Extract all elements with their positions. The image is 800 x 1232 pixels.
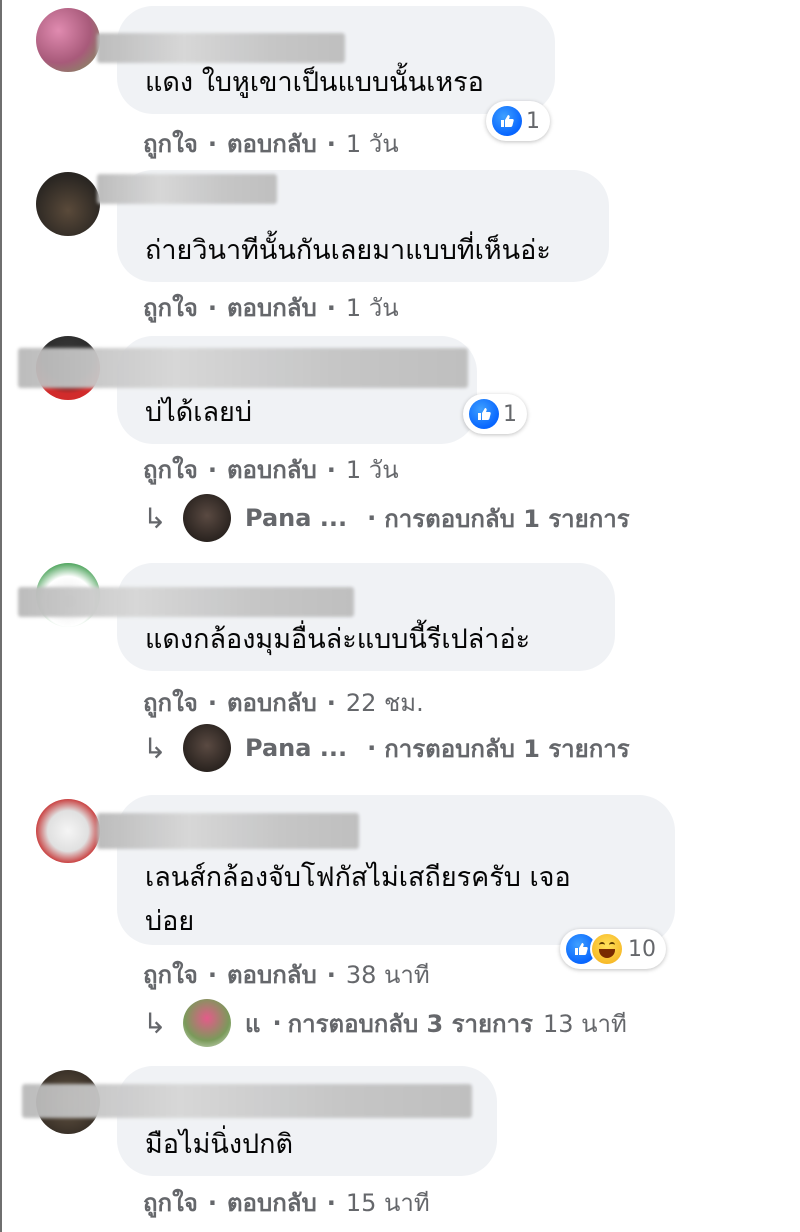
view-replies[interactable]: ↳ แ · การตอบกลับ 3 รายการ 13 นาที: [143, 999, 627, 1047]
separator: ·: [207, 293, 217, 322]
reply-link[interactable]: ตอบกลับ: [227, 124, 317, 163]
comment-actions: ถูกใจ · ตอบกลับ · 38 นาที: [143, 955, 430, 994]
comment-bubble: แดงกล้องมุมอื่นล่ะแบบนี้รีเปล่าอ่ะ: [117, 563, 615, 671]
comment-5: เลนส์กล้องจับโฟกัสไม่เสถียรครับ เจอ บ่อย…: [0, 785, 800, 1053]
reply-arrow-icon: ↳: [143, 731, 167, 765]
separator: ·: [367, 734, 377, 762]
separator: ·: [367, 504, 377, 532]
reaction-summary[interactable]: 10: [560, 929, 666, 969]
blurred-author-name[interactable]: [97, 174, 277, 204]
like-link[interactable]: ถูกใจ: [143, 450, 198, 489]
reply-arrow-icon: ↳: [143, 1006, 167, 1040]
reply-avatar: [183, 999, 231, 1047]
comment-1: แดง ใบหูเขาเป็นแบบนั้นเหรอ 1 ถูกใจ · ตอบ…: [0, 0, 800, 160]
reply-link[interactable]: ตอบกลับ: [227, 955, 317, 994]
avatar[interactable]: [36, 799, 100, 863]
comment-actions: ถูกใจ · ตอบกลับ · 22 ชม.: [143, 683, 424, 722]
separator: ·: [326, 688, 336, 717]
view-replies[interactable]: ↳ Pana ... · การตอบกลับ 1 รายการ: [143, 494, 630, 542]
view-replies[interactable]: ↳ Pana ... · การตอบกลับ 1 รายการ: [143, 724, 630, 772]
comment-text: มือไม่นิ่งปกติ: [145, 1129, 294, 1160]
reply-link[interactable]: ตอบกลับ: [227, 450, 317, 489]
reply-timestamp: 13 นาที: [542, 1009, 627, 1038]
comment-text-line-2: บ่อย: [145, 906, 195, 937]
timestamp[interactable]: 15 นาที: [346, 1183, 430, 1222]
comment-text: แดง ใบหูเขาเป็นแบบนั้นเหรอ: [145, 67, 484, 98]
separator: ·: [272, 1009, 282, 1037]
like-link[interactable]: ถูกใจ: [143, 124, 198, 163]
reaction-summary[interactable]: 1: [463, 394, 527, 434]
comment-actions: ถูกใจ · ตอบกลับ · 1 วัน: [143, 124, 399, 163]
comment-actions: ถูกใจ · ตอบกลับ · 1 วัน: [143, 288, 399, 327]
comment-actions: ถูกใจ · ตอบกลับ · 1 วัน: [143, 450, 399, 489]
reply-link[interactable]: ตอบกลับ: [227, 288, 317, 327]
like-icon: [492, 106, 522, 136]
timestamp[interactable]: 1 วัน: [346, 288, 399, 327]
reply-author: Pana ...: [245, 504, 348, 532]
separator: ·: [326, 960, 336, 989]
reply-arrow-icon: ↳: [143, 501, 167, 535]
comment-text-line-1: เลนส์กล้องจับโฟกัสไม่เสถียรครับ เจอ: [145, 862, 571, 893]
blurred-author-name[interactable]: [22, 1084, 472, 1118]
comment-actions: ถูกใจ · ตอบกลับ · 15 นาที: [143, 1183, 430, 1222]
separator: ·: [207, 455, 217, 484]
like-icon: [469, 399, 499, 429]
reply-author: แ: [245, 1009, 261, 1038]
comment-6: มือไม่นิ่งปกติ ถูกใจ · ตอบกลับ · 15 นาที: [0, 1060, 800, 1232]
reply-avatar: [183, 724, 231, 772]
reaction-count: 10: [628, 936, 656, 962]
comment-text: แดงกล้องมุมอื่นล่ะแบบนี้รีเปล่าอ่ะ: [145, 624, 531, 655]
reply-author: Pana ...: [245, 734, 348, 762]
avatar[interactable]: [36, 172, 100, 236]
timestamp[interactable]: 1 วัน: [346, 124, 399, 163]
avatar[interactable]: [36, 8, 100, 72]
comment-text: บ่ได้เลยบ่: [145, 397, 252, 428]
reply-count: การตอบกลับ 1 รายการ: [384, 734, 630, 763]
haha-icon: [590, 932, 624, 966]
separator: ·: [207, 960, 217, 989]
reply-avatar: [183, 494, 231, 542]
blurred-author-name[interactable]: [97, 33, 345, 63]
timestamp[interactable]: 38 นาที: [346, 955, 430, 994]
reaction-count: 1: [526, 108, 540, 134]
like-link[interactable]: ถูกใจ: [143, 955, 198, 994]
reaction-count: 1: [503, 401, 517, 427]
separator: ·: [326, 1188, 336, 1217]
timestamp[interactable]: 1 วัน: [346, 450, 399, 489]
comment-3: บ่ได้เลยบ่ 1 ถูกใจ · ตอบกลับ · 1 วัน ↳ P…: [0, 330, 800, 550]
timestamp[interactable]: 22 ชม.: [346, 683, 424, 722]
blurred-author-name[interactable]: [97, 813, 359, 849]
reply-count: การตอบกลับ 3 รายการ: [287, 1009, 533, 1038]
separator: ·: [207, 688, 217, 717]
separator: ·: [207, 129, 217, 158]
reaction-summary[interactable]: 1: [486, 101, 550, 141]
blurred-author-name[interactable]: [18, 587, 354, 617]
blurred-author-name[interactable]: [18, 348, 468, 388]
comment-bubble: มือไม่นิ่งปกติ: [117, 1066, 497, 1176]
separator: ·: [207, 1188, 217, 1217]
comment-4: แดงกล้องมุมอื่นล่ะแบบนี้รีเปล่าอ่ะ ถูกใจ…: [0, 555, 800, 777]
like-link[interactable]: ถูกใจ: [143, 1183, 198, 1222]
like-link[interactable]: ถูกใจ: [143, 683, 198, 722]
like-link[interactable]: ถูกใจ: [143, 288, 198, 327]
separator: ·: [326, 129, 336, 158]
separator: ·: [326, 455, 336, 484]
comment-text: ถ่ายวินาทีนั้นกันเลยมาแบบที่เห็นอ่ะ: [145, 235, 551, 266]
reply-link[interactable]: ตอบกลับ: [227, 683, 317, 722]
comment-2: ถ่ายวินาทีนั้นกันเลยมาแบบที่เห็นอ่ะ ถูกใ…: [0, 160, 800, 330]
reply-link[interactable]: ตอบกลับ: [227, 1183, 317, 1222]
separator: ·: [326, 293, 336, 322]
reply-count: การตอบกลับ 1 รายการ: [384, 504, 630, 533]
